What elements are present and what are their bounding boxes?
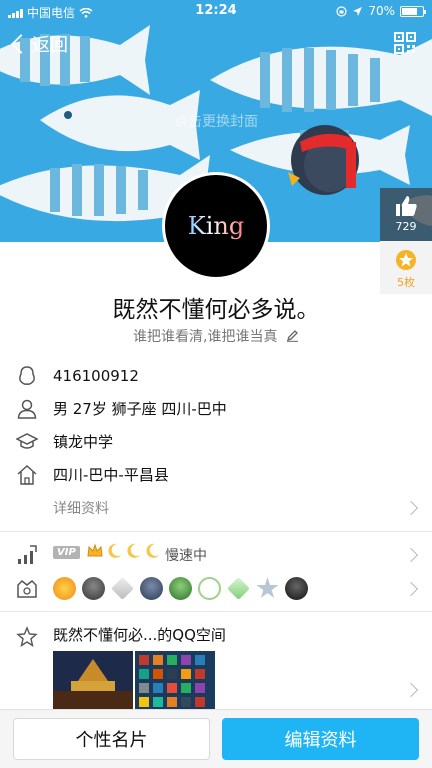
diamond-badge-icon [111, 577, 134, 600]
lock-rotation-icon [336, 5, 347, 17]
penguin-badge-icon [140, 577, 163, 600]
personal-info: 男 27岁 狮子座 四川-巴中 [53, 400, 227, 418]
person-icon [17, 399, 37, 419]
moon-icon [127, 543, 140, 558]
bottom-action-bar: 个性名片 编辑资料 [0, 709, 432, 768]
profile-card-button[interactable]: 个性名片 [13, 718, 210, 760]
avatar[interactable]: King [162, 172, 270, 280]
chevron-right-icon [403, 581, 419, 597]
hometown-row[interactable]: 四川-巴中-平昌县 [0, 458, 432, 491]
vip-badge: VIP [53, 546, 80, 559]
home-icon [17, 464, 37, 485]
medal-box-icon [17, 579, 37, 598]
details-row[interactable]: 详细资料 [0, 491, 432, 524]
pencil-icon [286, 330, 298, 342]
chevron-left-icon [11, 34, 31, 54]
diamond-badge-icon [227, 577, 250, 600]
top-nav: 返回 [0, 28, 432, 64]
chevron-right-icon [403, 500, 419, 515]
crown-icon [87, 543, 103, 557]
divider [0, 611, 432, 612]
level-icons [86, 542, 161, 560]
vip-row[interactable]: VIP 慢速中 [0, 538, 432, 571]
level-chart-icon [18, 544, 37, 564]
like-count: 729 [395, 220, 417, 233]
signature-text: 谁把谁看清,谁把谁当真 [133, 329, 278, 345]
qzone-title: 既然不懂何必...的QQ空间 [53, 626, 226, 644]
penguin-badge-icon [82, 577, 105, 600]
qzone-thumbnail[interactable] [53, 651, 133, 711]
qq-number: 416100912 [53, 366, 139, 385]
penguin-badge-icon [285, 577, 308, 600]
qr-code-icon[interactable] [394, 32, 416, 54]
school: 镇龙中学 [53, 433, 114, 451]
moon-icon [108, 543, 121, 558]
penguin-badge-icon [169, 577, 192, 600]
school-row[interactable]: 镇龙中学 [0, 425, 432, 458]
qq-number-row[interactable]: 416100912 [0, 359, 432, 392]
qzone-thumbnail[interactable] [135, 651, 215, 711]
moon-icon [146, 543, 159, 558]
chevron-right-icon [403, 547, 419, 562]
avatar-logo-text: King [187, 212, 245, 240]
back-button[interactable]: 返回 [8, 31, 68, 57]
qzone-star-icon [16, 626, 38, 647]
thumbs-up-icon [396, 196, 417, 216]
status-bar: 中国电信 12:24 70% [0, 0, 432, 22]
medal-icon [396, 250, 416, 270]
details-label: 详细资料 [53, 500, 109, 517]
badges-row[interactable] [0, 571, 432, 607]
signature[interactable]: 谁把谁看清,谁把谁当真 [0, 326, 432, 346]
nickname: 既然不懂何必多说。 [112, 297, 320, 323]
medal-counter[interactable]: 5枚 [380, 241, 432, 294]
personal-info-row[interactable]: 男 27岁 狮子座 四川-巴中 [0, 392, 432, 425]
chevron-right-icon [403, 682, 419, 698]
star-badge-icon [256, 577, 279, 598]
edit-profile-button[interactable]: 编辑资料 [222, 718, 419, 760]
battery-percent: 70% [368, 4, 395, 18]
back-label: 返回 [32, 35, 68, 56]
divider [0, 531, 432, 532]
battery-icon [400, 5, 426, 17]
location-icon [353, 6, 363, 16]
graduation-cap-icon [16, 432, 38, 449]
like-counter[interactable]: 729 [380, 188, 432, 241]
change-cover-hint: 点击更换封面 [174, 114, 258, 130]
vip-speed: 慢速中 [165, 547, 207, 564]
penguin-icon [19, 365, 35, 385]
badge-list [53, 577, 308, 600]
side-stats: 729 5枚 [380, 188, 432, 294]
hometown: 四川-巴中-平昌县 [53, 466, 169, 484]
sun-badge-icon [53, 577, 76, 600]
medal-count: 5枚 [397, 276, 415, 289]
v-badge-icon [198, 577, 221, 600]
